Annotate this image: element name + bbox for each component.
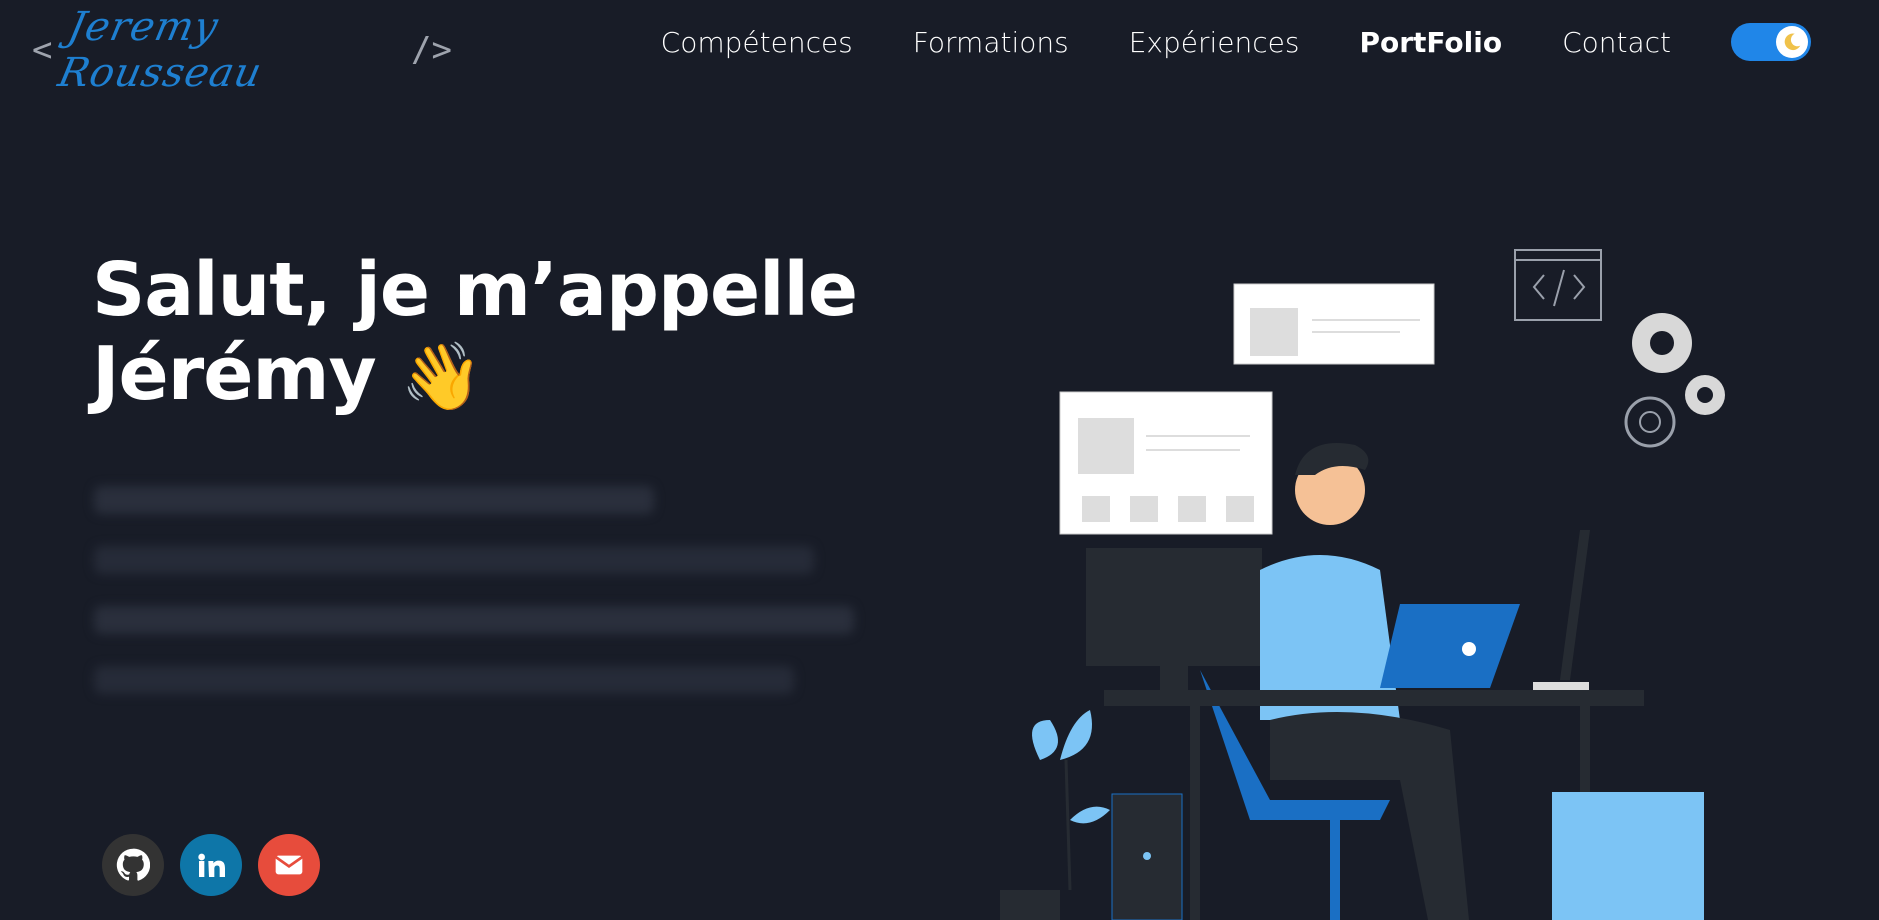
- social-links: [102, 834, 336, 896]
- site-logo[interactable]: < Jeremy Rousseau />: [32, 4, 452, 96]
- browser-window-left: [1059, 391, 1273, 535]
- mail-link[interactable]: [258, 834, 320, 896]
- github-icon: [116, 848, 150, 881]
- moon-icon: [1776, 26, 1808, 58]
- hero-title-name: Jérémy: [92, 331, 377, 417]
- waving-hand-icon: 👋: [400, 338, 483, 415]
- nav-link-competences[interactable]: Compétences: [661, 26, 853, 59]
- linkedin-icon: [198, 853, 225, 877]
- developer-illustration: [1000, 249, 1725, 920]
- mail-icon: [274, 855, 304, 875]
- hero-title-line1: Salut, je m’appelle: [92, 247, 858, 333]
- github-link[interactable]: [102, 834, 164, 896]
- hero-intro-blurred: [94, 470, 914, 726]
- logo-open-bracket: <: [32, 30, 53, 70]
- theme-toggle[interactable]: [1731, 23, 1811, 61]
- nav-link-experiences[interactable]: Expériences: [1129, 26, 1300, 59]
- code-window-icon: [1514, 249, 1602, 321]
- hero-title: Salut, je m’appelle Jérémy 👋: [92, 247, 858, 419]
- nav-link-formations[interactable]: Formations: [913, 26, 1069, 59]
- nav-link-portfolio[interactable]: PortFolio: [1359, 26, 1502, 59]
- browser-window-top: [1233, 283, 1435, 365]
- logo-signature: Jeremy Rousseau: [54, 4, 267, 96]
- linkedin-link[interactable]: [180, 834, 242, 896]
- logo-close-bracket: />: [411, 30, 452, 70]
- gears-icon: [1624, 313, 1725, 448]
- main-nav: Compétences Formations Expériences PortF…: [601, 22, 1811, 62]
- nav-link-contact[interactable]: Contact: [1562, 26, 1671, 59]
